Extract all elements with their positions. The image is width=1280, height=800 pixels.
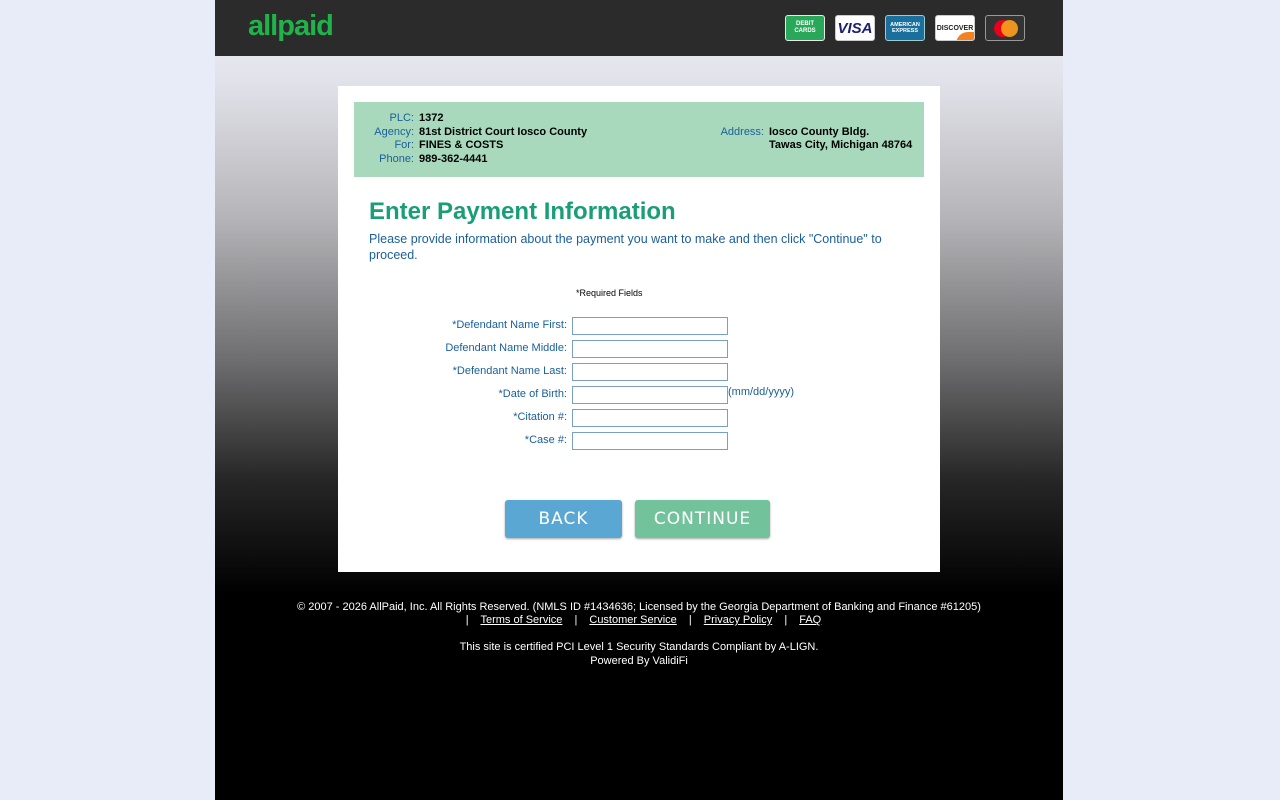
- debit-card-icon: DEBIT CARDS: [785, 15, 825, 41]
- page-title: Enter Payment Information: [369, 198, 676, 225]
- terms-of-service-link[interactable]: Terms of Service: [480, 614, 562, 626]
- last-name-label: *Defendant Name Last:: [452, 365, 567, 377]
- allpaid-logo[interactable]: allpaid: [248, 10, 334, 43]
- plc-label: PLC:: [389, 112, 414, 124]
- address-line-2: Tawas City, Michigan 48764: [769, 139, 913, 151]
- case-label: *Case #:: [524, 434, 567, 446]
- continue-button[interactable]: CONTINUE: [635, 500, 770, 538]
- first-name-input[interactable]: [572, 317, 728, 335]
- link-separator: |: [465, 614, 469, 626]
- footer-links: | Terms of Service | Customer Service | …: [215, 614, 1063, 626]
- address-label: Address:: [720, 126, 764, 138]
- plc-value: 1372: [419, 112, 444, 124]
- discover-text: DISCOVER: [936, 24, 974, 32]
- middle-name-label: Defendant Name Middle:: [445, 342, 567, 354]
- powered-by-text: Powered By ValidiFi: [590, 655, 688, 667]
- faq-link[interactable]: FAQ: [799, 614, 821, 626]
- top-bar: allpaid DEBIT CARDS VISA AMERICAN EXPRES…: [215, 0, 1063, 56]
- privacy-policy-link[interactable]: Privacy Policy: [704, 614, 772, 626]
- address-line-1: Iosco County Bldg.: [769, 126, 870, 138]
- payment-panel: PLC: 1372 Agency: 81st District Court Io…: [338, 86, 940, 572]
- link-separator: |: [784, 614, 788, 626]
- for-value: FINES & COSTS: [419, 139, 504, 151]
- amex-text-2: EXPRESS: [892, 28, 918, 34]
- debit-card-text-2: CARDS: [794, 28, 816, 34]
- customer-service-link[interactable]: Customer Service: [589, 614, 676, 626]
- required-fields-note: *Required Fields: [576, 288, 643, 298]
- discover-icon: DISCOVER: [935, 15, 975, 41]
- case-input[interactable]: [572, 432, 728, 450]
- link-separator: |: [688, 614, 692, 626]
- last-name-input[interactable]: [572, 363, 728, 381]
- instructions-text: Please provide information about the pay…: [369, 232, 882, 262]
- page: allpaid DEBIT CARDS VISA AMERICAN EXPRES…: [215, 0, 1063, 800]
- dob-label: *Date of Birth:: [498, 388, 567, 400]
- phone-value: 989-362-4441: [419, 153, 488, 165]
- middle-name-input[interactable]: [572, 340, 728, 358]
- phone-label: Phone:: [379, 153, 414, 165]
- back-button[interactable]: BACK: [505, 500, 622, 538]
- agency-info-box: PLC: 1372 Agency: 81st District Court Io…: [354, 102, 924, 177]
- debit-card-text-1: DEBIT: [796, 21, 814, 27]
- dob-format-hint: (mm/dd/yyyy): [728, 386, 794, 398]
- agency-label: Agency:: [374, 126, 414, 138]
- mastercard-icon: [985, 15, 1025, 41]
- american-express-icon: AMERICAN EXPRESS: [885, 15, 925, 41]
- pci-certification-text: This site is certified PCI Level 1 Secur…: [459, 641, 819, 653]
- dob-input[interactable]: [572, 386, 728, 404]
- copyright-text: © 2007 - 2026 AllPaid, Inc. All Rights R…: [297, 601, 981, 613]
- link-separator: |: [574, 614, 578, 626]
- for-label: For:: [394, 139, 414, 151]
- mastercard-orange-circle: [1001, 20, 1018, 37]
- visa-icon: VISA: [835, 15, 875, 41]
- first-name-label: *Defendant Name First:: [452, 319, 567, 331]
- agency-value: 81st District Court Iosco County: [419, 126, 588, 138]
- citation-input[interactable]: [572, 409, 728, 427]
- visa-text: VISA: [837, 19, 873, 37]
- citation-label: *Citation #:: [513, 411, 567, 423]
